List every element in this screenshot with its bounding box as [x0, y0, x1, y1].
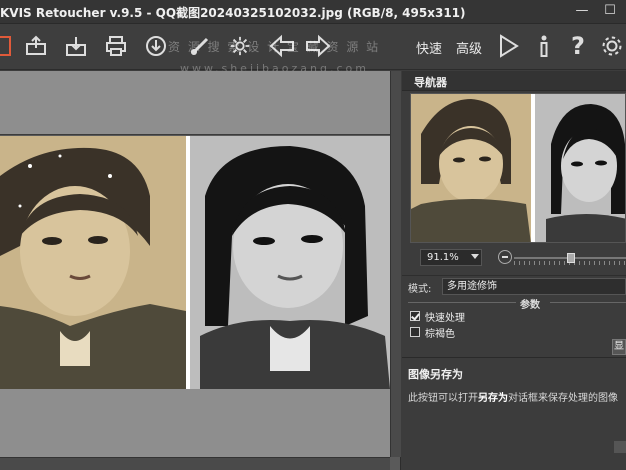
save-icon[interactable] [62, 32, 90, 60]
zoom-slider-handle[interactable] [567, 253, 575, 263]
divider [550, 302, 626, 303]
toolbar: 快速 高级 ? [0, 24, 626, 70]
panel-scrollbar[interactable] [614, 441, 626, 453]
canvas-margin-top [0, 71, 390, 135]
checkbox[interactable] [410, 311, 420, 321]
side-panel: 导航器 91.1% 模式: 多用途修饰 参数 快速处理 棕褐色 显 图像另存为 … [402, 71, 626, 470]
zoom-select[interactable]: 91.1% [420, 249, 482, 266]
help-title: 图像另存为 [408, 368, 463, 381]
navigator-title: 导航器 [414, 76, 447, 89]
help-text-part: 对话框来保存处理的图像 [508, 393, 618, 404]
mode-label: 模式: [408, 284, 432, 295]
mode-row: 模式: 多用途修饰 [402, 275, 626, 295]
vertical-scrollbar[interactable] [390, 71, 401, 457]
title-bar: KVIS Retoucher v.9.5 - QQ截图2024032510203… [0, 0, 626, 24]
quick-mode-button[interactable]: 快速 [416, 38, 442, 57]
print-icon[interactable] [102, 32, 130, 60]
photo-preview[interactable] [0, 136, 390, 389]
preferences-gear-icon[interactable] [598, 32, 626, 60]
settings-gear-icon[interactable] [226, 32, 254, 60]
checkbox[interactable] [410, 327, 420, 337]
zoom-value: 91.1% [427, 252, 459, 263]
minimize-button[interactable]: — [572, 2, 592, 20]
help-text: 此按钮可以打开另存为对话框来保存处理的图像 [408, 389, 618, 404]
option-quick-process[interactable]: 快速处理 [410, 309, 465, 324]
zoom-out-icon[interactable] [498, 250, 512, 264]
divider [408, 302, 516, 303]
brush-icon[interactable] [186, 32, 214, 60]
open-file-icon[interactable] [22, 32, 50, 60]
canvas-margin-bottom [0, 389, 390, 457]
navigator-header: 导航器 [402, 71, 626, 91]
params-title: 参数 [520, 300, 540, 311]
advanced-mode-button[interactable]: 高级 [456, 38, 482, 57]
option-label: 棕褐色 [425, 328, 455, 340]
option-sepia[interactable]: 棕褐色 [410, 325, 455, 340]
image-canvas[interactable] [0, 71, 401, 470]
undo-arrow-icon[interactable] [268, 32, 296, 60]
help-icon[interactable]: ? [564, 32, 592, 60]
mode-select[interactable]: 多用途修饰 [442, 278, 626, 295]
play-icon[interactable] [494, 32, 522, 60]
navigator-thumbnail[interactable] [410, 93, 626, 243]
download-icon[interactable] [142, 32, 170, 60]
maximize-button[interactable]: ☐ [600, 2, 620, 20]
horizontal-scrollbar[interactable] [0, 457, 390, 470]
divider [402, 357, 626, 358]
help-text-bold: 另存为 [478, 393, 508, 404]
show-button[interactable]: 显 [612, 339, 626, 355]
chevron-down-icon [471, 254, 479, 259]
window-title: KVIS Retoucher v.9.5 - QQ截图2024032510203… [0, 6, 466, 20]
redo-arrow-icon[interactable] [304, 32, 332, 60]
zoom-row: 91.1% [402, 247, 626, 269]
option-label: 快速处理 [425, 312, 465, 324]
info-icon[interactable] [530, 32, 558, 60]
edit-icon[interactable] [0, 32, 20, 60]
help-text-part: 此按钮可以打开 [408, 393, 478, 404]
